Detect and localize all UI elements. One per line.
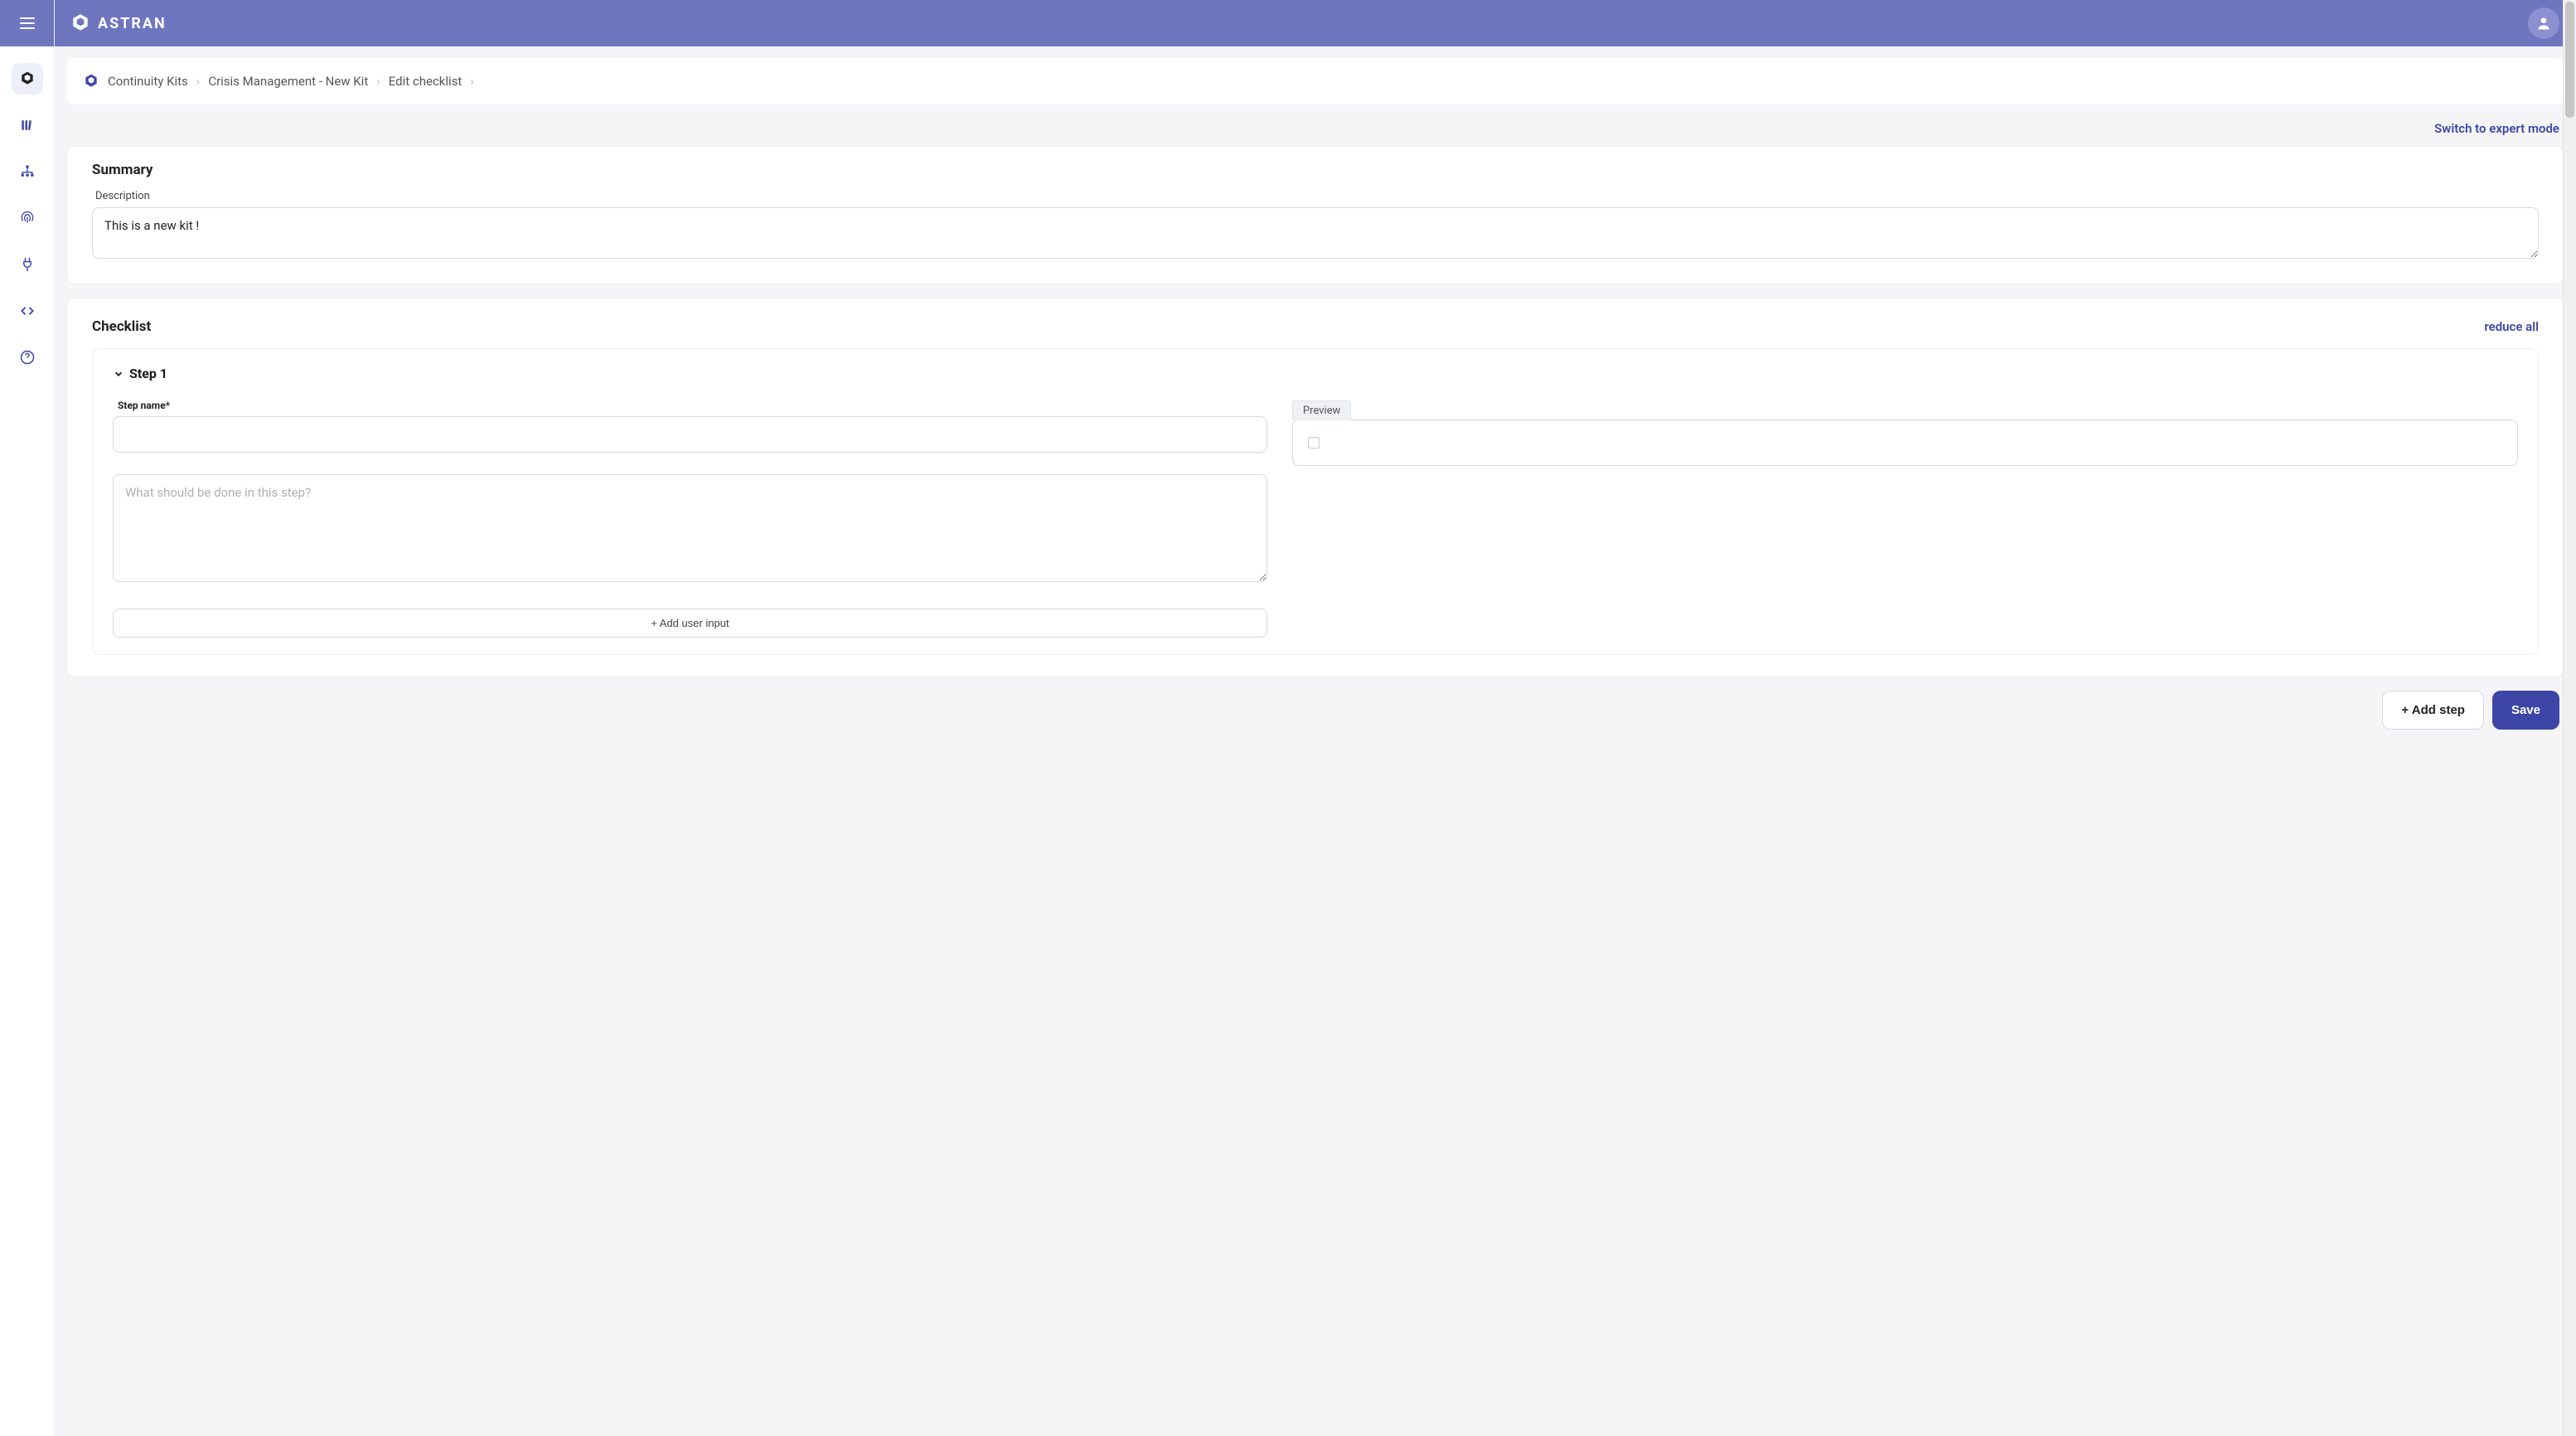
- footer-actions: + Add step Save: [66, 691, 2564, 746]
- person-icon: [2535, 15, 2552, 32]
- sidebar-item-org[interactable]: [12, 156, 43, 187]
- help-icon: [19, 349, 36, 366]
- org-icon: [19, 163, 36, 180]
- add-user-input-button[interactable]: + Add user input: [113, 609, 1267, 638]
- sidebar: [0, 0, 55, 1436]
- step-body-input[interactable]: [113, 474, 1267, 582]
- chevron-right-icon: ›: [376, 74, 380, 89]
- save-button[interactable]: Save: [2492, 691, 2559, 730]
- step-name-input[interactable]: [113, 416, 1267, 453]
- breadcrumb-item-1[interactable]: Continuity Kits: [108, 74, 188, 89]
- summary-card: Summary Description: [66, 146, 2564, 284]
- sidebar-item-security[interactable]: [12, 202, 43, 234]
- brand-logo-icon: [70, 12, 91, 34]
- scrollbar[interactable]: [2563, 0, 2576, 1436]
- user-avatar[interactable]: [2528, 7, 2559, 39]
- brand[interactable]: ASTRAN: [70, 12, 167, 34]
- step-header-label: Step 1: [129, 366, 167, 381]
- topbar: ASTRAN: [55, 0, 2576, 46]
- brand-name: ASTRAN: [98, 15, 167, 32]
- breadcrumb-item-2[interactable]: Crisis Management - New Kit: [208, 74, 368, 89]
- chevron-right-icon: ›: [196, 74, 201, 89]
- add-step-button[interactable]: + Add step: [2382, 691, 2484, 730]
- preview-checkbox[interactable]: [1308, 437, 1319, 449]
- summary-title: Summary: [92, 162, 2539, 178]
- switch-expert-mode-link[interactable]: Switch to expert mode: [66, 119, 2564, 146]
- sidebar-item-api[interactable]: [12, 295, 43, 327]
- library-icon: [19, 117, 36, 133]
- chevron-right-icon: ›: [470, 74, 474, 89]
- scrollbar-thumb[interactable]: [2565, 2, 2574, 118]
- sidebar-item-help[interactable]: [12, 342, 43, 373]
- hexagon-icon: [19, 70, 36, 87]
- description-label: Description: [95, 190, 2539, 202]
- checklist-title: Checklist: [92, 318, 151, 335]
- reduce-all-link[interactable]: reduce all: [2484, 319, 2539, 334]
- chevron-down-icon: [113, 368, 124, 380]
- code-icon: [19, 303, 36, 319]
- preview-label: Preview: [1292, 400, 1351, 420]
- sidebar-menu-toggle[interactable]: [0, 0, 54, 46]
- checklist-card: Checklist reduce all Step 1 Step name*: [66, 298, 2564, 677]
- plug-icon: [19, 256, 36, 273]
- breadcrumb-home-icon[interactable]: [83, 73, 99, 90]
- sidebar-item-integrations[interactable]: [12, 249, 43, 280]
- description-input[interactable]: [92, 207, 2539, 259]
- sidebar-item-library[interactable]: [12, 109, 43, 141]
- breadcrumb-item-3[interactable]: Edit checklist: [389, 74, 462, 89]
- step-name-label: Step name*: [118, 400, 1267, 411]
- step-panel: Step 1 Step name* + Add user input: [92, 348, 2539, 655]
- preview-box: [1292, 420, 2518, 466]
- step-toggle[interactable]: Step 1: [113, 366, 2518, 381]
- sidebar-item-kits[interactable]: [12, 63, 43, 95]
- hamburger-icon: [20, 17, 35, 29]
- fingerprint-icon: [19, 210, 36, 226]
- breadcrumb: Continuity Kits › Crisis Management - Ne…: [66, 58, 2564, 104]
